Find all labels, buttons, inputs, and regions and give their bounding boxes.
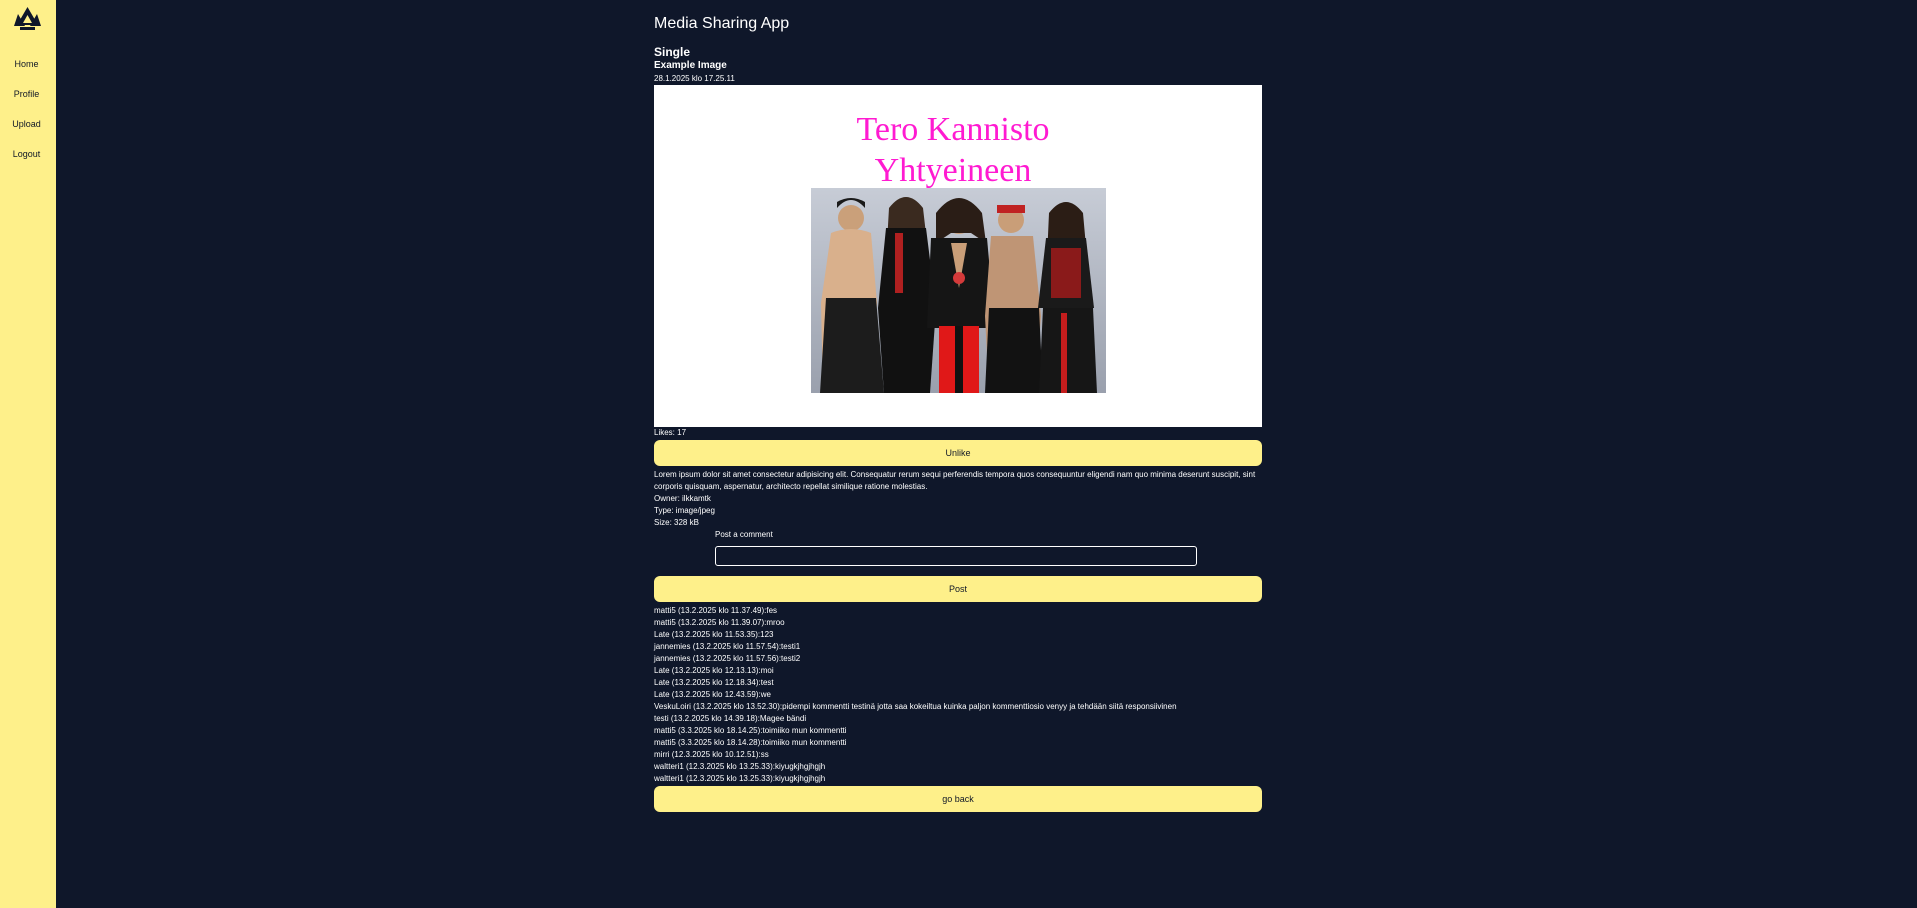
- image-caption-line2: Yhtyeineen: [874, 152, 1032, 189]
- comment-item: matti5 (3.3.2025 klo 18.14.25):toimiiko …: [654, 726, 847, 735]
- go-back-button[interactable]: go back: [654, 786, 1262, 812]
- comment-item: testi (13.2.2025 klo 14.39.18):Magee bän…: [654, 714, 807, 723]
- sidebar: Home Profile Upload Logout: [0, 0, 56, 908]
- image-caption: Tero Kannisto Yhtyeineen: [654, 109, 1252, 191]
- media-title: Example Image: [654, 60, 727, 71]
- media-description: Lorem ipsum dolor sit amet consectetur a…: [654, 470, 1256, 491]
- post-button[interactable]: Post: [654, 576, 1262, 602]
- comment-item: matti5 (13.2.2025 klo 11.39.07):mroo: [654, 618, 785, 627]
- comment-item: jannemies (13.2.2025 klo 11.57.54):testi…: [654, 642, 801, 651]
- comment-item: matti5 (13.2.2025 klo 11.37.49):fes: [654, 606, 778, 615]
- media-date: 28.1.2025 klo 17.25.11: [654, 74, 735, 83]
- comment-item: waltteri1 (12.3.2025 klo 13.25.33):kiyug…: [654, 762, 826, 771]
- comment-item: matti5 (3.3.2025 klo 18.14.28):toimiiko …: [654, 738, 847, 747]
- comment-item: Late (13.2.2025 klo 12.43.59):we: [654, 690, 771, 699]
- app-title: Media Sharing App: [654, 15, 790, 32]
- media-image: Tero Kannisto Yhtyeineen: [654, 85, 1262, 427]
- comment-item: Late (13.2.2025 klo 12.13.13):moi: [654, 666, 774, 675]
- media-owner: Owner: ilkkamtk: [654, 494, 711, 503]
- unlike-button[interactable]: Unlike: [654, 440, 1262, 466]
- comment-item: jannemies (13.2.2025 klo 11.57.56):testi…: [654, 654, 801, 663]
- image-caption-line1: Tero Kannisto: [856, 111, 1050, 148]
- nav-logout[interactable]: Logout: [0, 149, 53, 159]
- comment-item: VeskuLoiri (13.2.2025 klo 13.52.30):pide…: [654, 702, 1177, 711]
- page-heading: Single: [654, 45, 691, 59]
- comment-item: waltteri1 (12.3.2025 klo 13.25.33):kiyug…: [654, 774, 826, 783]
- comment-item: mirri (12.3.2025 klo 10.12.51):ss: [654, 750, 769, 759]
- band-logo-icon[interactable]: [14, 6, 41, 32]
- band-photo: [811, 188, 1106, 393]
- media-size: Size: 328 kB: [654, 518, 699, 527]
- nav-home[interactable]: Home: [0, 59, 53, 69]
- comment-input[interactable]: [715, 546, 1197, 566]
- comment-item: Late (13.2.2025 klo 11.53.35):123: [654, 630, 774, 639]
- media-type: Type: image/jpeg: [654, 506, 715, 515]
- nav-upload[interactable]: Upload: [0, 119, 53, 129]
- comment-label: Post a comment: [715, 530, 773, 539]
- likes-count: Likes: 17: [654, 428, 687, 437]
- comment-item: Late (13.2.2025 klo 12.18.34):test: [654, 678, 774, 687]
- comments-list: matti5 (13.2.2025 klo 11.37.49):fes matt…: [654, 605, 1262, 785]
- nav-profile[interactable]: Profile: [0, 89, 53, 99]
